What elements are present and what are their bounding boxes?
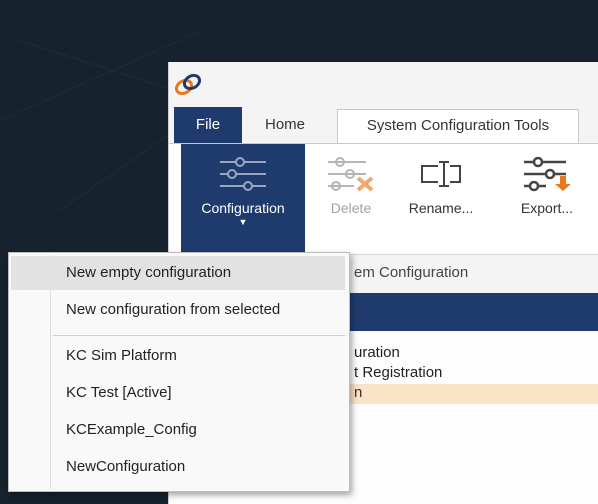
menu-item-label: KCExample_Config (66, 421, 197, 438)
menu-item-label: New configuration from selected (66, 301, 281, 318)
section-title-text: em Configuration (354, 264, 469, 281)
delete-configuration-icon (328, 157, 374, 192)
list-item-label: n (354, 384, 363, 401)
menu-item-label: KC Sim Platform (66, 347, 177, 364)
configuration-sliders-icon (220, 157, 266, 191)
tab-home[interactable]: Home (247, 107, 323, 143)
rename-button-label: Rename... (408, 200, 474, 216)
menu-item-new-empty-configuration[interactable]: New empty configuration (11, 256, 345, 290)
menu-item-kcexample-config[interactable]: KCExample_Config (11, 413, 345, 447)
export-button[interactable]: Export... (495, 144, 598, 254)
menu-item-kc-test-active[interactable]: KC Test [Active] (11, 376, 345, 410)
export-button-label: Export... (520, 200, 574, 216)
chevron-down-icon: ▼ (238, 217, 248, 227)
delete-button[interactable]: Delete (315, 144, 387, 254)
menu-item-kc-sim-platform[interactable]: KC Sim Platform (11, 339, 345, 373)
list-item-highlighted[interactable]: n (337, 384, 598, 404)
app-logo-icon (173, 70, 203, 100)
list-item[interactable]: t Registration (354, 364, 442, 381)
menu-item-new-configuration-from-selected[interactable]: New configuration from selected (11, 293, 345, 327)
menu-item-newconfiguration[interactable]: NewConfiguration (11, 450, 345, 484)
tab-system-configuration-tools[interactable]: System Configuration Tools (337, 109, 579, 144)
ribbon-toolbar: Configuration ▼ Delete Rename... Export.… (169, 143, 598, 255)
tab-file[interactable]: File (174, 107, 242, 143)
list-item[interactable]: uration (354, 344, 400, 361)
delete-button-label: Delete (330, 200, 372, 216)
rename-text-cursor-icon (421, 161, 461, 187)
menu-item-label: New empty configuration (66, 264, 232, 281)
configuration-button-label: Configuration (201, 200, 285, 216)
configuration-dropdown-menu: New empty configuration New configuratio… (8, 252, 350, 492)
menu-item-label: NewConfiguration (66, 458, 186, 475)
export-configuration-icon (524, 156, 571, 192)
ribbon-tab-bar: File Home System Configuration Tools (169, 107, 598, 144)
menu-item-label: KC Test [Active] (66, 384, 172, 401)
configuration-button[interactable]: Configuration ▼ (181, 144, 305, 254)
menu-separator (53, 335, 345, 336)
rename-button[interactable]: Rename... (393, 144, 489, 254)
